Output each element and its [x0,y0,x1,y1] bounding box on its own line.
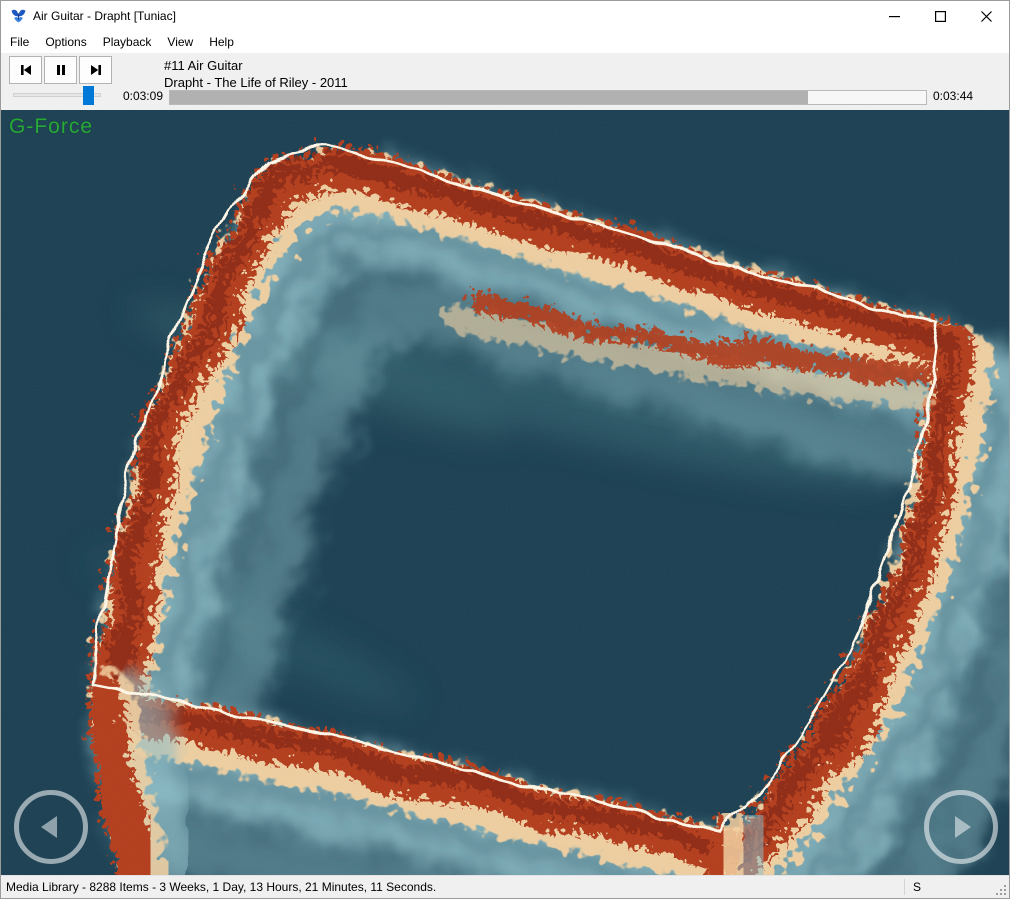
menu-help[interactable]: Help [201,31,242,53]
player-toolbar: #11 Air Guitar Drapht - The Life of Rile… [1,53,1009,110]
next-track-button[interactable] [79,56,112,84]
tuniac-butterfly-icon [10,8,27,25]
pause-button[interactable] [44,56,77,84]
previous-track-icon [18,62,34,78]
menu-view[interactable]: View [159,31,201,53]
close-button[interactable] [963,1,1009,31]
menu-bar: File Options Playback View Help [1,31,1009,53]
track-artist-album: Drapht - The Life of Riley - 2011 [164,74,348,91]
minimize-icon [889,11,900,22]
overlay-next-button[interactable] [924,790,998,864]
window-title: Air Guitar - Drapht [Tuniac] [33,9,176,23]
overlay-previous-button[interactable] [14,790,88,864]
maximize-icon [935,11,946,22]
elapsed-time: 0:03:09 [103,89,163,103]
minimize-button[interactable] [871,1,917,31]
menu-playback[interactable]: Playback [95,31,160,53]
pause-icon [53,62,69,78]
volume-thumb[interactable] [83,86,94,105]
resize-grip[interactable] [994,883,1007,896]
menu-options[interactable]: Options [37,31,94,53]
status-right-indicator: S [913,876,921,898]
close-icon [981,11,992,22]
tuniac-window: Air Guitar - Drapht [Tuniac] File Option… [0,0,1010,899]
seek-bar-fill [170,91,808,104]
next-track-icon [88,62,104,78]
media-library-status: Media Library - 8288 Items - 3 Weeks, 1 … [6,876,436,898]
maximize-button[interactable] [917,1,963,31]
gforce-label: G-Force [9,115,93,139]
track-info: #11 Air Guitar Drapht - The Life of Rile… [164,57,348,91]
gforce-scene [1,110,1009,875]
overlay-previous-icon [36,812,66,842]
track-title: #11 Air Guitar [164,57,348,74]
overlay-next-icon [946,812,976,842]
volume-slider[interactable] [13,93,101,97]
previous-track-button[interactable] [9,56,42,84]
title-bar[interactable]: Air Guitar - Drapht [Tuniac] [1,1,1009,31]
viz-noise-overlay [1,110,1009,875]
status-separator [904,879,905,895]
menu-file[interactable]: File [2,31,37,53]
total-time: 0:03:44 [933,89,973,103]
gforce-visualization[interactable]: G-Force [1,110,1009,875]
status-bar: Media Library - 8288 Items - 3 Weeks, 1 … [1,875,1009,898]
seek-bar[interactable] [169,90,927,105]
